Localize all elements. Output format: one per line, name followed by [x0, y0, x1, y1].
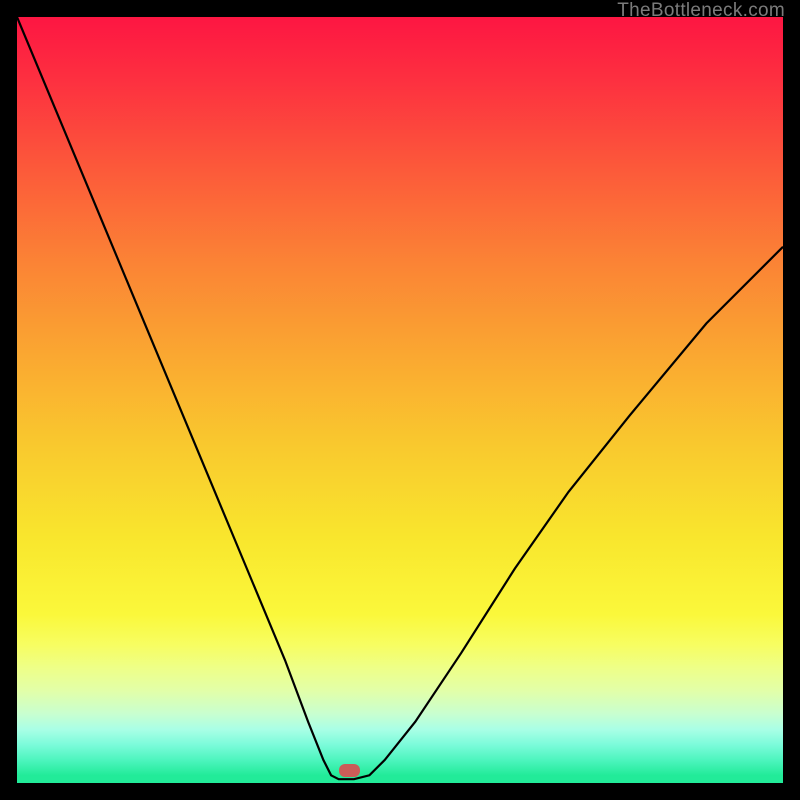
- optimal-marker: [339, 764, 360, 777]
- chart-curve: [17, 17, 783, 783]
